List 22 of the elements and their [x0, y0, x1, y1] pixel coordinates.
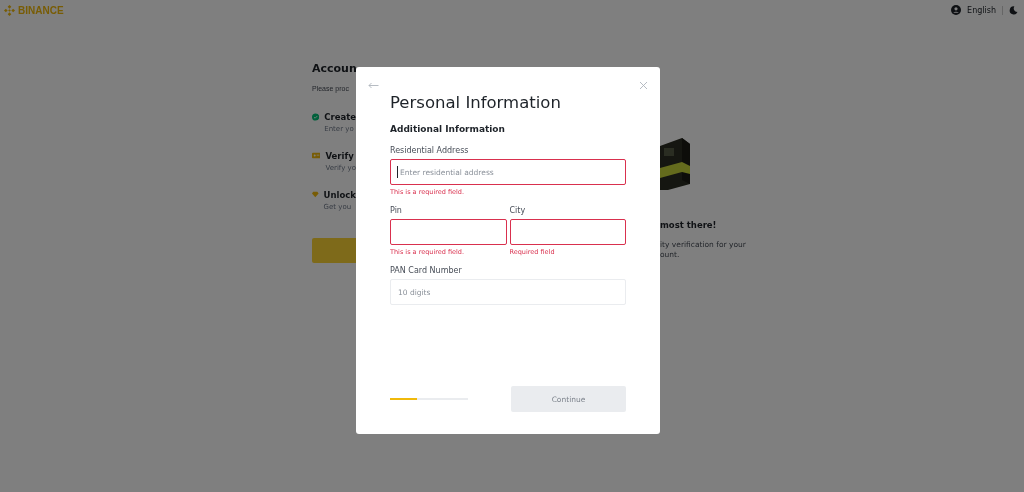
cube-drawing	[660, 138, 690, 190]
check-circle-icon	[312, 112, 320, 122]
page-title: Accoun	[312, 62, 356, 75]
input-field[interactable]	[509, 219, 626, 245]
field-label: PAN Card Number	[390, 266, 463, 275]
step-title: Create	[324, 112, 356, 122]
moon-icon[interactable]	[1009, 5, 1018, 15]
start-button[interactable]	[312, 238, 356, 263]
input-field[interactable]	[390, 219, 507, 245]
diamond-icon	[312, 190, 319, 199]
field-label: Residential Address	[390, 146, 470, 155]
promo-title: most there!	[660, 220, 718, 230]
field-label: Pin	[390, 206, 403, 215]
section-heading: Additional Information	[390, 124, 506, 134]
user-icon[interactable]	[951, 5, 962, 15]
logo-icon	[4, 4, 15, 16]
language-link[interactable]: English	[967, 5, 996, 15]
dialog-title: Personal Information	[390, 93, 562, 112]
field-label: City	[509, 206, 527, 215]
step-title: Unlock	[323, 190, 356, 200]
id-card-icon	[312, 151, 321, 160]
step-title: Verify	[325, 151, 355, 161]
